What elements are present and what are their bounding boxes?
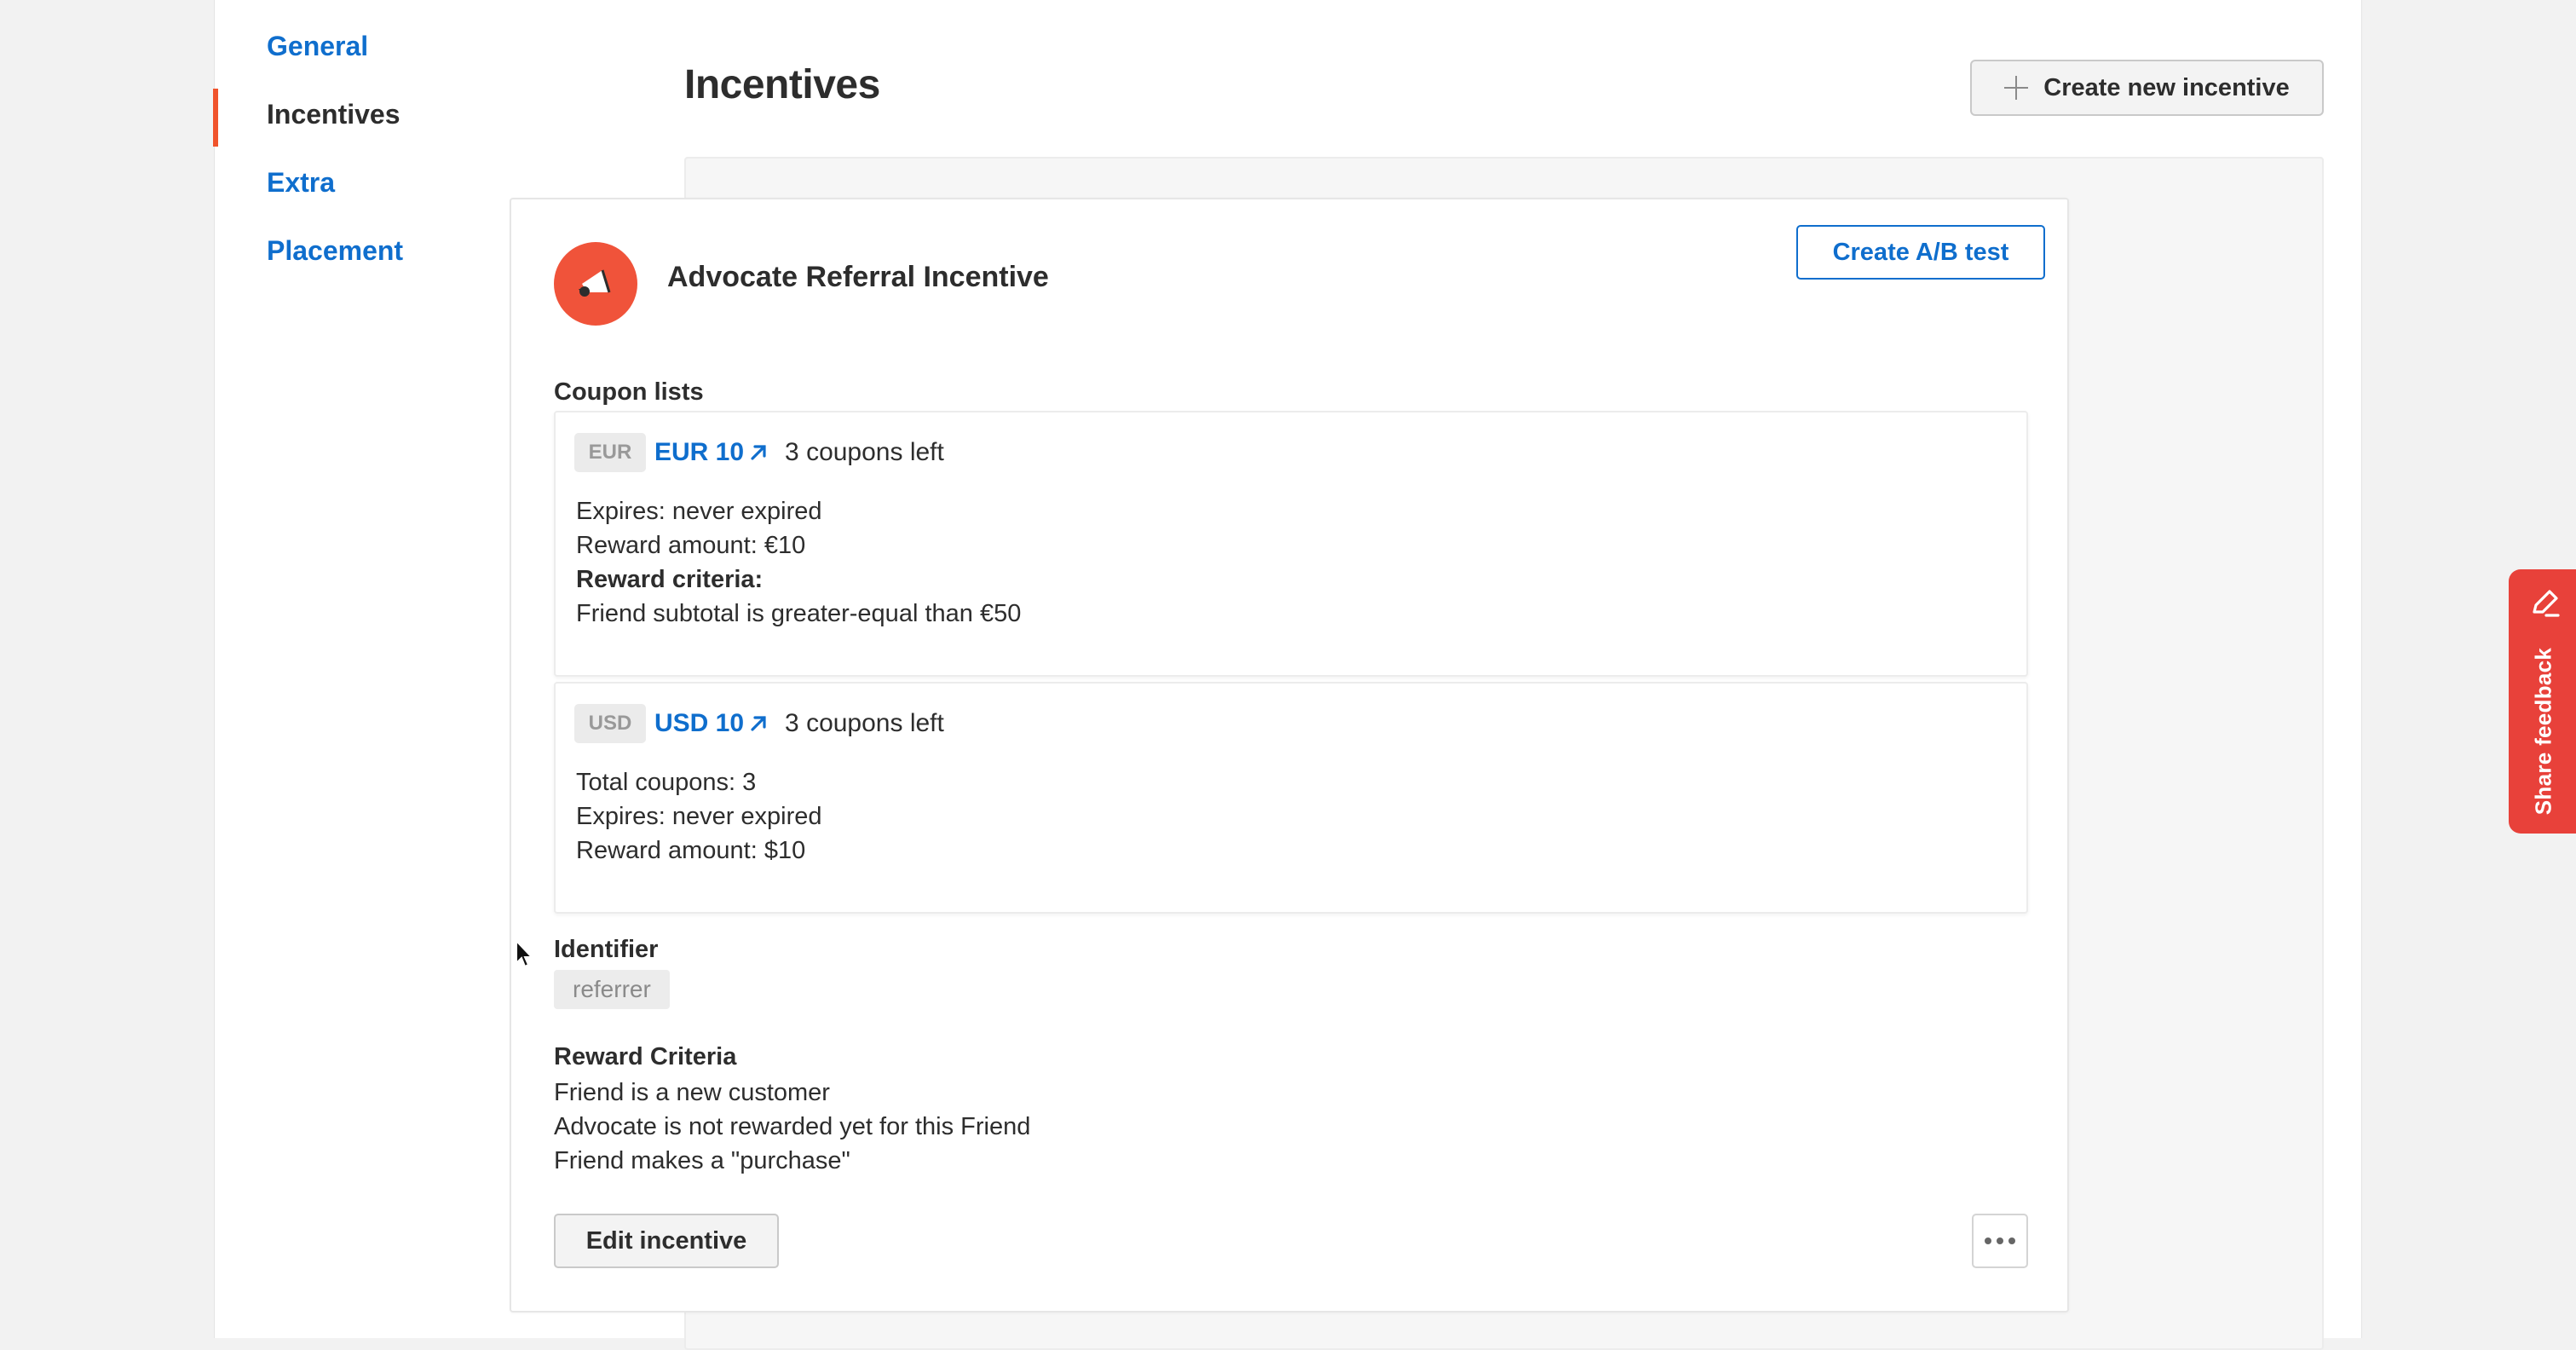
mouse-cursor-icon [516, 939, 534, 968]
coupon-lists-label: Coupon lists [554, 378, 704, 406]
more-dots-icon [1997, 1238, 2003, 1244]
more-dots-icon [2008, 1238, 2015, 1244]
reward-criteria-text: Friend subtotal is greater-equal than €5… [576, 600, 1022, 627]
coupons-left: 3 coupons left [785, 709, 944, 737]
incentive-card: Advocate Referral Incentive Create A/B t… [510, 198, 2069, 1312]
identifier-label: Identifier [554, 936, 659, 963]
coupon-details: Expires: never expired Reward amount: €1… [576, 494, 1021, 631]
incentive-title: Advocate Referral Incentive [667, 261, 1049, 293]
sidebar-item-incentives[interactable]: Incentives [213, 80, 658, 148]
external-link-icon [751, 716, 766, 731]
coupon-details: Total coupons: 3 Expires: never expired … [576, 765, 822, 868]
coupon-list-item: USD USD 10 3 coupons left Total coupons:… [554, 682, 2028, 914]
coupon-list-item: EUR EUR 10 3 coupons left Expires: never… [554, 411, 2028, 677]
external-link-icon [751, 445, 766, 460]
coupons-left: 3 coupons left [785, 438, 944, 466]
currency-badge: EUR [574, 433, 646, 472]
reward-criteria-item: Friend is a new customer [554, 1079, 830, 1106]
reward-criteria-item: Friend makes a "purchase" [554, 1147, 850, 1174]
coupon-link-eur[interactable]: EUR 10 [654, 438, 768, 467]
pencil-icon [2533, 590, 2560, 617]
coupon-detail-line: Reward amount: €10 [576, 532, 806, 559]
reward-criteria-label: Reward criteria: [576, 566, 764, 593]
create-new-incentive-button[interactable]: Create new incentive [1970, 60, 2324, 116]
megaphone-icon [554, 242, 637, 326]
reward-criteria-list: Friend is a new customer Advocate is not… [554, 1076, 1030, 1178]
edit-incentive-button[interactable]: Edit incentive [554, 1214, 779, 1268]
coupon-link-usd[interactable]: USD 10 [654, 709, 768, 738]
share-feedback-label: Share feedback [2530, 647, 2556, 816]
coupon-detail-line: Total coupons: 3 [576, 769, 757, 796]
share-feedback-tab[interactable]: Share feedback [2509, 569, 2576, 834]
create-ab-test-button[interactable]: Create A/B test [1796, 225, 2045, 280]
currency-badge: USD [574, 704, 646, 743]
coupon-detail-line: Expires: never expired [576, 498, 822, 525]
reward-criteria-heading: Reward Criteria [554, 1043, 737, 1070]
identifier-value: referrer [554, 970, 670, 1009]
coupon-detail-line: Expires: never expired [576, 803, 822, 830]
coupon-link-label: EUR 10 [654, 438, 745, 466]
page-title: Incentives [684, 62, 880, 107]
coupon-detail-line: Reward amount: $10 [576, 837, 806, 864]
coupon-link-label: USD 10 [654, 709, 745, 737]
more-dots-icon [1985, 1238, 1991, 1244]
create-new-incentive-label: Create new incentive [2043, 73, 2290, 101]
reward-criteria-item: Advocate is not rewarded yet for this Fr… [554, 1113, 1031, 1140]
more-options-button[interactable] [1972, 1214, 2028, 1268]
sidebar-item-general[interactable]: General [215, 12, 658, 80]
plus-icon [2004, 76, 2029, 100]
